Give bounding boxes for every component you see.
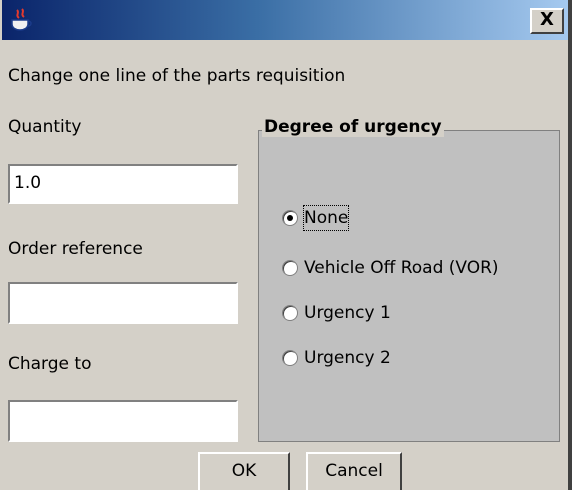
dialog-window: X Change one line of the parts requisiti… <box>0 0 572 490</box>
charge-to-field[interactable] <box>8 400 238 442</box>
close-button[interactable]: X <box>530 8 564 34</box>
urgency-group <box>258 130 560 442</box>
quantity-field[interactable]: 1.0 <box>8 164 238 204</box>
radio-urgency-2-label: Urgency 2 <box>304 348 391 368</box>
java-cup-icon <box>11 8 32 31</box>
radio-selected-icon[interactable] <box>282 210 298 226</box>
window-frame-edge <box>568 0 572 490</box>
title-bar[interactable]: X <box>2 0 570 40</box>
radio-unselected-icon[interactable] <box>282 260 298 276</box>
dialog-heading: Change one line of the parts requisition <box>8 66 346 86</box>
charge-to-label: Charge to <box>8 354 92 374</box>
ok-button[interactable]: OK <box>198 452 290 490</box>
order-reference-label: Order reference <box>8 239 143 259</box>
radio-urgency-1-label: Urgency 1 <box>304 303 391 323</box>
radio-none-label: None <box>302 205 350 231</box>
order-reference-field[interactable] <box>8 282 238 324</box>
urgency-group-title: Degree of urgency <box>262 117 444 137</box>
cancel-button[interactable]: Cancel <box>306 452 402 490</box>
quantity-label: Quantity <box>8 117 82 137</box>
radio-vor-label: Vehicle Off Road (VOR) <box>304 258 499 278</box>
radio-unselected-icon[interactable] <box>282 350 298 366</box>
radio-unselected-icon[interactable] <box>282 305 298 321</box>
